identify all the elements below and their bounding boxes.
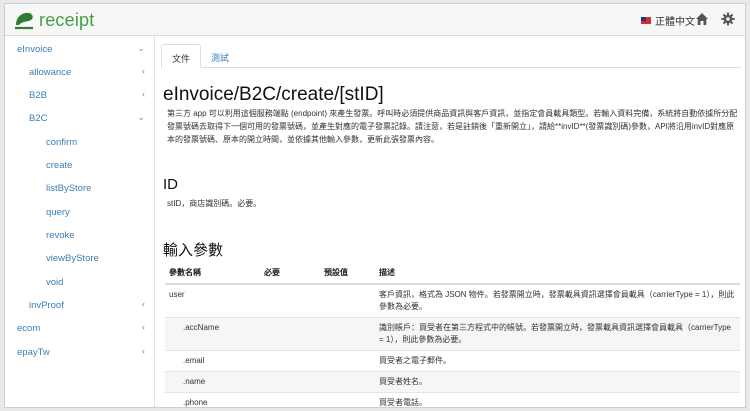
param-required [260,350,320,372]
sidebar-item-label: listByStore [46,183,92,194]
column-header: 描述 [375,262,740,285]
sidebar-item-b2b[interactable]: B2B ‹ [5,87,155,107]
sidebar-item-label: B2C [29,113,48,124]
sidebar-item-b2c[interactable]: B2C ⌄ [5,110,155,130]
params-table: 參數名稱 必要 預設值 描述 user 客戶資訊，格式為 JSON 物件。若發票… [165,262,740,407]
param-description: 買受者姓名。 [375,371,740,393]
sidebar-item-label: B2B [29,90,47,101]
page-title: eInvoice/B2C/create/[stID] [163,84,384,105]
chevron-left-icon: ‹ [142,322,145,332]
sidebar-item-label: epayTw [17,347,50,358]
table-row: user 客戶資訊，格式為 JSON 物件。若發票開立時，發票載具資訊選擇會員載… [165,283,740,318]
param-name: user [165,283,260,318]
sidebar-item-allowance[interactable]: allowance ‹ [5,64,155,84]
column-header: 必要 [260,262,320,285]
id-section-text: stID，商店識別碼。必要。 [167,199,262,208]
language-label: 正體中文 [655,17,695,28]
flag-icon [641,17,651,24]
sidebar-item-revoke[interactable]: revoke [5,227,155,247]
table-row: .accName 識別帳戶：買受者在第三方程式中的帳號。若發票開立時，發票載具資… [165,317,740,351]
table-row: .email 買受者之電子郵件。 [165,350,740,372]
sidebar-item-label: query [46,207,70,218]
param-required [260,317,320,351]
table-row: .phone 買受者電話。 [165,392,740,407]
language-selector[interactable]: 正體中文 [641,13,695,28]
sidebar-item-label: revoke [46,230,75,241]
table-row: .name 買受者姓名。 [165,371,740,393]
logo-text: receipt [39,9,95,30]
sidebar-item-label: invProof [29,300,64,311]
sidebar-item-label: create [46,160,73,171]
param-name: .accName [165,317,260,351]
endpoint-description: 第三方 app 可以利用這個服務端點 (endpoint) 來產生發票。呼叫時必… [167,109,738,144]
column-header: 參數名稱 [165,262,260,285]
sidebar-item-label: allowance [29,67,72,78]
sidebar-item-listbystore[interactable]: listByStore [5,180,155,200]
chevron-left-icon: ‹ [142,66,145,76]
sidebar-item-void[interactable]: void [5,274,155,294]
param-required [260,283,320,318]
param-description: 客戶資訊，格式為 JSON 物件。若發票開立時，發票載具資訊選擇會員載具（car… [375,283,740,318]
gear-icon[interactable] [721,12,735,26]
chevron-left-icon: ‹ [142,299,145,309]
param-name: .email [165,350,260,372]
param-required [260,371,320,393]
table-header-row: 參數名稱 必要 預設值 描述 [165,262,740,285]
sidebar-item-ecom[interactable]: ecom ‹ [5,320,155,340]
tab-docs[interactable]: 文件 [161,44,202,68]
top-bar: receipt 正體中文 [5,4,745,36]
input-params-heading: 輸入參數 [163,242,224,259]
sidebar-item-create[interactable]: create [5,157,155,177]
sidebar-item-label: eInvoice [17,44,53,55]
logo[interactable]: receipt [13,9,94,31]
tab-bar: 文件 測試 [161,44,741,68]
sidebar: eInvoice ⌄ allowance ‹ B2B ‹ B2C ⌄ confi… [5,36,155,407]
chevron-left-icon: ‹ [142,346,145,356]
column-header: 預設值 [320,262,375,285]
tab-test[interactable]: 測試 [201,44,239,68]
sidebar-item-label: ecom [17,323,41,334]
sidebar-item-invproof[interactable]: invProof ‹ [5,297,155,317]
param-default [320,317,375,351]
chevron-down-icon: ⌄ [137,112,145,122]
logo-icon [15,12,33,30]
param-name: .phone [165,392,260,407]
param-description: 買受者之電子郵件。 [375,350,740,372]
chevron-left-icon: ‹ [142,89,145,99]
chevron-down-icon: ⌄ [137,43,145,53]
param-description: 買受者電話。 [375,392,740,407]
app-window: receipt 正體中文 eInvoice ⌄ allowance ‹ B2B … [4,3,746,408]
param-default [320,350,375,372]
param-default [320,371,375,393]
sidebar-item-confirm[interactable]: confirm [5,134,155,154]
param-default [320,392,375,407]
main-content: 文件 測試 eInvoice/B2C/create/[stID] 第三方 app… [155,36,745,407]
param-default [320,283,375,318]
home-icon[interactable] [695,12,709,26]
sidebar-item-label: void [46,277,64,288]
id-section-heading: ID [163,176,178,193]
param-required [260,392,320,407]
sidebar-item-viewbystore[interactable]: viewByStore [5,250,155,270]
sidebar-item-einvoice[interactable]: eInvoice ⌄ [5,41,155,61]
sidebar-item-query[interactable]: query [5,204,155,224]
param-name: .name [165,371,260,393]
sidebar-item-label: confirm [46,137,78,148]
sidebar-item-label: viewByStore [46,253,99,264]
param-description: 識別帳戶：買受者在第三方程式中的帳號。若發票開立時，發票載具資訊選擇會員載具（c… [375,317,740,351]
sidebar-item-epaytw[interactable]: epayTw ‹ [5,344,155,364]
